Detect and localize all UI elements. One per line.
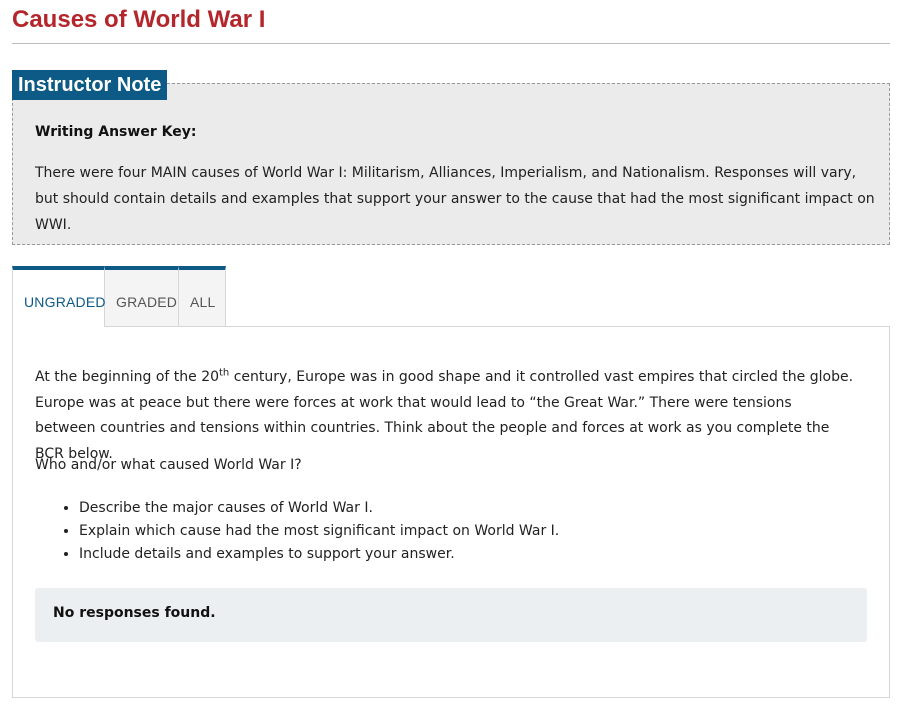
instructor-note-box: Writing Answer Key: There were four MAIN…	[12, 83, 890, 245]
tab-ungraded[interactable]: UNGRADED	[12, 266, 106, 327]
prompt-question: Who and/or what caused World War I?	[35, 457, 302, 473]
active-tab-connector	[13, 325, 104, 328]
prompt-text: At the beginning of the 20th century, Eu…	[35, 365, 855, 467]
tab-panel: At the beginning of the 20th century, Eu…	[12, 326, 890, 698]
page-title: Causes of World War I	[12, 6, 266, 33]
instructor-note-label: Instructor Note	[12, 70, 168, 100]
title-divider	[12, 43, 890, 44]
list-item: Explain which cause had the most signifi…	[79, 520, 559, 543]
response-tabs: UNGRADED GRADED ALL	[12, 266, 226, 327]
instructor-note-heading: Writing Answer Key:	[35, 124, 197, 140]
tab-graded[interactable]: GRADED	[105, 266, 179, 327]
list-item: Describe the major causes of World War I…	[79, 497, 559, 520]
list-item: Include details and examples to support …	[79, 543, 559, 566]
tab-all[interactable]: ALL	[179, 266, 226, 327]
prompt-superscript: th	[219, 367, 230, 379]
prompt-bullet-list: Describe the major causes of World War I…	[35, 497, 559, 566]
prompt-text-start: At the beginning of the 20	[35, 369, 220, 385]
instructor-note-text: There were four MAIN causes of World War…	[35, 165, 875, 233]
page: Causes of World War I Instructor Note Wr…	[0, 0, 902, 710]
no-responses-message: No responses found.	[35, 588, 867, 642]
